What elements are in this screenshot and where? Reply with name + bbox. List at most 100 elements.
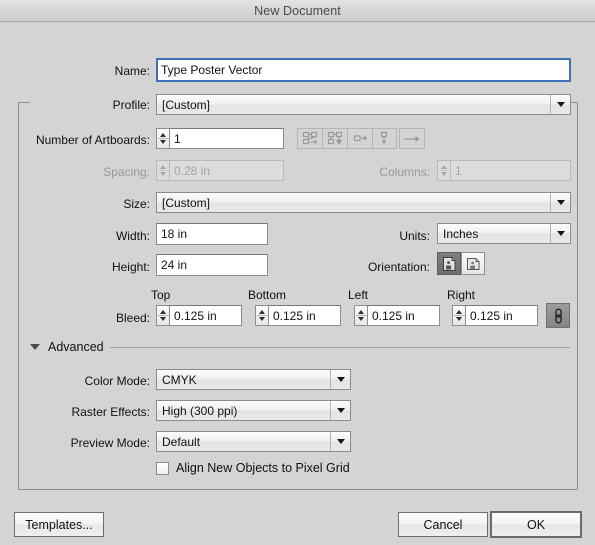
- dialog-body: Name: Type Poster Vector Profile: [Custo…: [0, 22, 595, 545]
- size-select[interactable]: [Custom]: [156, 192, 571, 213]
- bleed-bottom-stepper[interactable]: 0.125 in: [255, 305, 341, 326]
- columns-input-value: 1: [455, 163, 462, 178]
- orientation-portrait-button[interactable]: [437, 252, 461, 275]
- preview-mode-select-value: Default: [162, 434, 201, 449]
- bleed-bottom-input[interactable]: 0.125 in: [268, 305, 341, 326]
- bleed-left-stepper-arrows[interactable]: [354, 305, 367, 326]
- grid-by-column-icon-button[interactable]: [322, 128, 347, 149]
- name-input[interactable]: Type Poster Vector: [156, 58, 571, 82]
- advanced-section-rule: [109, 346, 570, 348]
- name-label: Name:: [114, 64, 150, 78]
- right-to-left-arrow-icon: [404, 135, 420, 142]
- artboards-input[interactable]: 1: [169, 128, 284, 149]
- bleed-right-input[interactable]: 0.125 in: [465, 305, 538, 326]
- align-pixel-grid-label: Align New Objects to Pixel Grid: [176, 461, 350, 475]
- height-input-value: 24 in: [161, 258, 188, 272]
- advanced-section-label: Advanced: [48, 340, 104, 354]
- bleed-right-label: Right: [447, 288, 476, 302]
- templates-button[interactable]: Templates...: [14, 512, 104, 537]
- arrange-by-column-icon: [380, 131, 388, 144]
- size-label: Size:: [123, 197, 150, 211]
- preview-mode-label: Preview Mode:: [70, 436, 150, 450]
- artboard-direction-button[interactable]: [399, 128, 425, 149]
- orientation-landscape-button[interactable]: [461, 252, 485, 275]
- portrait-orientation-icon: [442, 256, 455, 271]
- width-input-value: 18 in: [161, 227, 188, 241]
- artboard-arrangement-buttons: [297, 128, 397, 149]
- bleed-label: Bleed:: [115, 311, 150, 325]
- profile-label: Profile:: [30, 98, 150, 112]
- link-chain-icon: [554, 308, 562, 323]
- grid-by-row-icon: [302, 131, 317, 145]
- width-label: Width:: [115, 229, 150, 243]
- artboards-stepper[interactable]: 1: [156, 128, 284, 149]
- bleed-right-stepper[interactable]: 0.125 in: [452, 305, 538, 326]
- grid-by-row-icon-button[interactable]: [297, 128, 322, 149]
- grid-by-column-icon: [327, 131, 342, 146]
- profile-select-value: [Custom]: [162, 97, 211, 112]
- columns-label: Columns:: [379, 165, 430, 179]
- landscape-orientation-icon: [466, 257, 479, 270]
- chevron-down-icon: [550, 193, 570, 212]
- dialog-title: New Document: [254, 3, 341, 18]
- bleed-top-stepper[interactable]: 0.125 in: [156, 305, 242, 326]
- raster-effects-select-value: High (300 ppi): [162, 403, 238, 418]
- height-input[interactable]: 24 in: [156, 254, 268, 276]
- spacing-stepper: 0.28 in: [156, 160, 284, 181]
- cancel-button-label: Cancel: [423, 517, 463, 532]
- units-select[interactable]: Inches: [437, 223, 571, 244]
- color-mode-label: Color Mode:: [84, 374, 150, 388]
- ok-button-label: OK: [526, 517, 546, 532]
- bleed-top-label: Top: [151, 288, 171, 302]
- units-label: Units:: [399, 229, 430, 243]
- chevron-down-icon: [550, 224, 570, 243]
- arrange-by-row-icon-button[interactable]: [347, 128, 372, 149]
- bleed-right-input-value: 0.125 in: [470, 308, 513, 323]
- bleed-top-input[interactable]: 0.125 in: [169, 305, 242, 326]
- size-select-value: [Custom]: [162, 195, 211, 210]
- color-mode-select[interactable]: CMYK: [156, 369, 351, 390]
- chevron-down-icon: [330, 432, 350, 451]
- artboards-stepper-arrows[interactable]: [156, 128, 169, 149]
- disclosure-triangle-icon[interactable]: [30, 344, 40, 350]
- bleed-left-label: Left: [348, 288, 369, 302]
- bleed-right-stepper-arrows[interactable]: [452, 305, 465, 326]
- arrange-by-row-icon: [353, 135, 367, 142]
- dialog-title-bar: New Document: [0, 0, 595, 22]
- chevron-down-icon: [330, 370, 350, 389]
- artboards-input-value: 1: [174, 131, 181, 146]
- bleed-bottom-stepper-arrows[interactable]: [255, 305, 268, 326]
- raster-effects-label: Raster Effects:: [71, 405, 150, 419]
- spacing-stepper-arrows: [156, 160, 169, 181]
- bleed-bottom-input-value: 0.125 in: [273, 308, 316, 323]
- preview-mode-select[interactable]: Default: [156, 431, 351, 452]
- width-input[interactable]: 18 in: [156, 223, 268, 245]
- arrange-by-column-icon-button[interactable]: [372, 128, 397, 149]
- bleed-link-button[interactable]: [546, 303, 570, 328]
- units-select-value: Inches: [443, 226, 479, 241]
- bleed-left-input[interactable]: 0.125 in: [367, 305, 440, 326]
- align-pixel-grid-checkbox[interactable]: [156, 461, 169, 475]
- artboards-label: Number of Artboards:: [35, 133, 150, 147]
- spacing-input-value: 0.28 in: [174, 163, 211, 178]
- align-pixel-grid-checkbox-row[interactable]: Align New Objects to Pixel Grid: [156, 461, 350, 475]
- chevron-down-icon: [330, 401, 350, 420]
- cancel-button[interactable]: Cancel: [398, 512, 488, 537]
- height-label: Height:: [111, 260, 150, 274]
- name-input-value: Type Poster Vector: [161, 63, 263, 77]
- bleed-top-input-value: 0.125 in: [174, 308, 217, 323]
- advanced-section-header[interactable]: Advanced: [30, 340, 570, 354]
- templates-button-label: Templates...: [25, 517, 93, 532]
- bleed-left-stepper[interactable]: 0.125 in: [354, 305, 440, 326]
- columns-stepper-arrows: [437, 160, 450, 181]
- bleed-left-input-value: 0.125 in: [372, 308, 415, 323]
- raster-effects-select[interactable]: High (300 ppi): [156, 400, 351, 421]
- profile-select[interactable]: [Custom]: [156, 94, 571, 115]
- spacing-label: Spacing:: [103, 165, 150, 179]
- bleed-top-stepper-arrows[interactable]: [156, 305, 169, 326]
- columns-input: 1: [450, 160, 571, 181]
- chevron-down-icon: [550, 95, 570, 114]
- orientation-buttons: [437, 252, 485, 275]
- spacing-input: 0.28 in: [169, 160, 284, 181]
- ok-button[interactable]: OK: [490, 511, 582, 538]
